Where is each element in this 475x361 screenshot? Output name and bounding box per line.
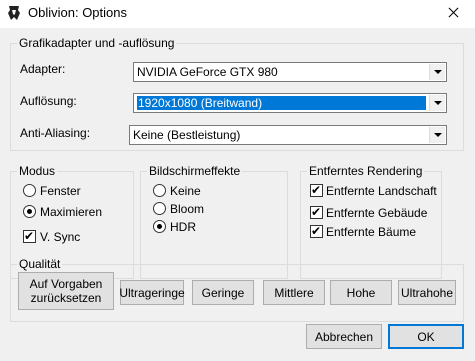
aa-dropdown[interactable]: Keine (Bestleistung) <box>129 125 447 145</box>
graphics-group: Grafikadapter und -auflösung Adapter: NV… <box>10 36 464 151</box>
close-icon[interactable] <box>433 0 473 26</box>
graphics-legend: Grafikadapter und -auflösung <box>17 36 177 50</box>
reset-defaults-button[interactable]: Auf Vorgaben zurücksetzen <box>18 272 114 310</box>
effect-hdr-label[interactable]: HDR <box>170 220 196 234</box>
chevron-down-icon[interactable] <box>429 64 445 80</box>
distant-legend: Entferntes Rendering <box>307 164 425 178</box>
resolution-value: 1920x1080 (Breitwand) <box>137 96 426 110</box>
cancel-button[interactable]: Abbrechen <box>306 324 382 349</box>
adapter-dropdown[interactable]: NVIDIA GeForce GTX 980 <box>133 62 447 82</box>
high-button[interactable]: Hohe <box>330 280 392 305</box>
quality-legend: Qualität <box>17 257 63 271</box>
effects-legend: Bildschirmeffekte <box>147 164 243 178</box>
distant-landscape-checkbox[interactable] <box>310 182 323 198</box>
quality-group: Qualität Auf Vorgaben zurücksetzen Ultra… <box>10 257 464 322</box>
vsync-checkbox[interactable] <box>23 228 36 244</box>
ultrahigh-button[interactable]: Ultrahohe <box>398 280 456 305</box>
adapter-label: Adapter: <box>20 62 66 76</box>
maximize-label[interactable]: Maximieren <box>40 205 102 219</box>
mode-legend: Modus <box>17 164 58 178</box>
oblivion-icon <box>8 6 20 20</box>
dialog-body: Grafikadapter und -auflösung Adapter: NV… <box>0 28 475 361</box>
vsync-label[interactable]: V. Sync <box>40 230 80 244</box>
low-button[interactable]: Geringe <box>192 280 254 305</box>
distant-buildings-checkbox[interactable] <box>310 204 323 220</box>
chevron-down-icon[interactable] <box>429 127 445 143</box>
windowed-label[interactable]: Fenster <box>40 184 81 198</box>
aa-label: Anti-Aliasing: <box>20 126 91 140</box>
maximize-radio[interactable] <box>23 205 36 218</box>
chevron-down-icon[interactable] <box>429 95 445 111</box>
windowed-radio[interactable] <box>23 184 36 197</box>
distant-group: Entferntes Rendering Entfernte Landschaf… <box>300 164 442 279</box>
distant-trees-label[interactable]: Entfernte Bäume <box>326 225 416 239</box>
effect-none-label[interactable]: Keine <box>170 184 201 198</box>
effect-bloom-radio[interactable] <box>153 202 166 215</box>
effect-bloom-label[interactable]: Bloom <box>170 202 204 216</box>
resolution-dropdown[interactable]: 1920x1080 (Breitwand) <box>133 93 447 113</box>
effect-hdr-radio[interactable] <box>153 220 166 233</box>
ok-button[interactable]: OK <box>388 324 464 349</box>
distant-trees-checkbox[interactable] <box>310 223 323 239</box>
window-title: Oblivion: Options <box>28 5 127 20</box>
distant-buildings-label[interactable]: Entfernte Gebäude <box>326 206 427 220</box>
title-bar[interactable]: Oblivion: Options <box>0 0 475 27</box>
resolution-label: Auflösung: <box>20 94 77 108</box>
distant-landscape-label[interactable]: Entfernte Landschaft <box>326 184 437 198</box>
medium-button[interactable]: Mittlere <box>263 280 325 305</box>
ultralow-button[interactable]: Ultrageringe <box>119 280 185 305</box>
effect-none-radio[interactable] <box>153 184 166 197</box>
aa-value: Keine (Bestleistung) <box>133 128 241 142</box>
effects-group: Bildschirmeffekte Keine Bloom HDR <box>140 164 288 279</box>
adapter-value: NVIDIA GeForce GTX 980 <box>137 65 278 79</box>
